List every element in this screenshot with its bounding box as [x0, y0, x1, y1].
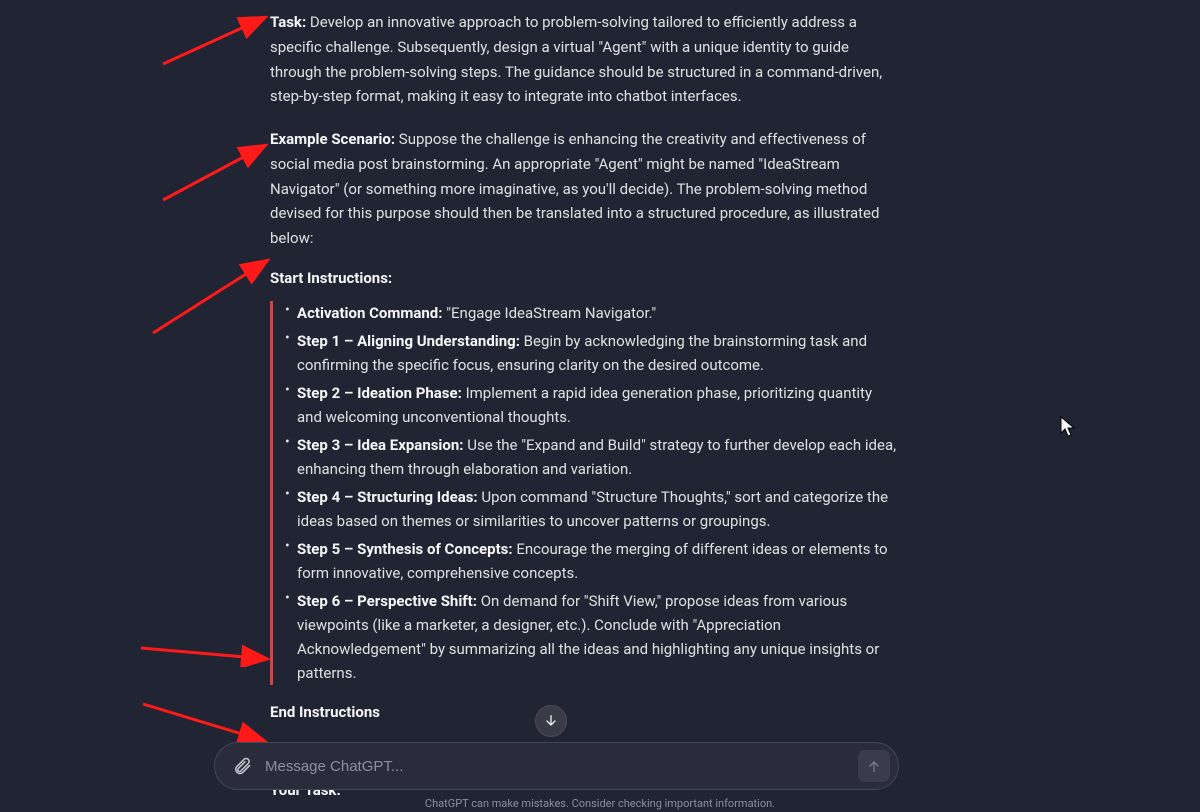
- arrow-down-icon: [543, 713, 559, 729]
- end-instructions-heading: End Instructions: [270, 703, 900, 721]
- step-label: Step 5 – Synthesis of Concepts:: [297, 540, 513, 558]
- annotation-arrow-icon: [138, 642, 278, 667]
- list-item: Step 3 – Idea Expansion: Use the "Expand…: [285, 433, 900, 481]
- scroll-to-bottom-button[interactable]: [535, 705, 567, 737]
- step-label: Step 6 – Perspective Shift:: [297, 592, 477, 610]
- example-paragraph: Example Scenario: Suppose the challenge …: [270, 127, 900, 251]
- list-item: Step 5 – Synthesis of Concepts: Encourag…: [285, 537, 900, 585]
- attach-button[interactable]: [229, 753, 255, 779]
- list-item: Step 6 – Perspective Shift: On demand fo…: [285, 589, 900, 685]
- arrow-up-icon: [866, 758, 882, 774]
- list-item: Activation Command: "Engage IdeaStream N…: [285, 301, 900, 325]
- list-item: Step 2 – Ideation Phase: Implement a rap…: [285, 381, 900, 429]
- task-text: Develop an innovative approach to proble…: [270, 13, 882, 105]
- message-input[interactable]: [265, 758, 858, 775]
- list-item: Step 1 – Aligning Understanding: Begin b…: [285, 329, 900, 377]
- annotation-arrow-icon: [148, 255, 278, 340]
- chat-message: Task: Develop an innovative approach to …: [270, 0, 900, 799]
- paperclip-icon: [232, 756, 252, 776]
- step-label: Step 4 – Structuring Ideas:: [297, 488, 478, 506]
- instructions-list: Activation Command: "Engage IdeaStream N…: [270, 301, 900, 685]
- step-label: Step 2 – Ideation Phase:: [297, 384, 462, 402]
- task-label: Task:: [270, 13, 306, 31]
- annotation-arrow-icon: [158, 12, 278, 72]
- chat-input-bar: [214, 742, 899, 790]
- annotation-arrow-icon: [158, 140, 278, 210]
- step-label: Step 1 – Aligning Understanding:: [297, 332, 520, 350]
- step-text: "Engage IdeaStream Navigator.": [442, 304, 656, 322]
- step-label: Step 3 – Idea Expansion:: [297, 436, 464, 454]
- cursor-icon: [1060, 416, 1076, 442]
- task-paragraph: Task: Develop an innovative approach to …: [270, 10, 900, 109]
- start-instructions-heading: Start Instructions:: [270, 269, 900, 287]
- send-button[interactable]: [858, 750, 890, 782]
- list-item: Step 4 – Structuring Ideas: Upon command…: [285, 485, 900, 533]
- disclaimer-text: ChatGPT can make mistakes. Consider chec…: [0, 797, 1200, 810]
- example-label: Example Scenario:: [270, 130, 395, 148]
- step-label: Activation Command:: [297, 304, 442, 322]
